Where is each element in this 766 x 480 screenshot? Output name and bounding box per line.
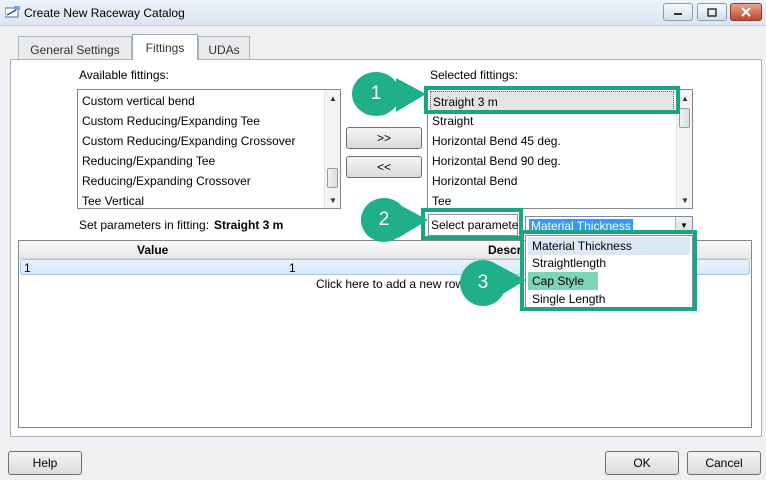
list-item[interactable]: Straight: [432, 111, 473, 131]
app-icon: [5, 6, 20, 18]
close-button[interactable]: [730, 3, 762, 21]
callout-pointer: [396, 78, 426, 112]
set-parameters-label: Set parameters in fitting:: [79, 218, 210, 232]
list-item[interactable]: Custom Reducing/Expanding Crossover: [82, 131, 295, 151]
tab-udas[interactable]: UDAs: [198, 36, 250, 60]
list-item[interactable]: Custom vertical bend: [82, 91, 195, 111]
list-item[interactable]: Horizontal Bend 90 deg.: [432, 151, 561, 171]
list-item[interactable]: Horizontal Bend 45 deg.: [432, 131, 561, 151]
callout-highlight-1: [424, 86, 680, 114]
list-item[interactable]: Tee Vertical: [82, 191, 144, 208]
minimize-icon: [674, 13, 682, 15]
cancel-button[interactable]: Cancel: [687, 451, 761, 475]
table-cell[interactable]: 1: [289, 261, 296, 275]
list-item[interactable]: Reducing/Expanding Crossover: [82, 171, 251, 191]
list-item[interactable]: Custom Reducing/Expanding Tee: [82, 111, 260, 131]
column-header-value[interactable]: Value: [137, 243, 168, 257]
add-fitting-button[interactable]: >>: [346, 127, 422, 149]
tab-label: General Settings: [30, 43, 120, 57]
column-header-description[interactable]: Descr: [488, 243, 521, 257]
tab-label: UDAs: [208, 43, 240, 57]
add-row-link[interactable]: Click here to add a new row: [316, 277, 464, 291]
scroll-thumb[interactable]: [327, 168, 338, 188]
tab-fittings[interactable]: Fittings: [132, 34, 198, 60]
selected-fittings-label: Selected fittings:: [430, 68, 519, 82]
tab-label: Fittings: [145, 41, 185, 55]
callout-highlight-3: [520, 230, 697, 311]
available-fittings-list[interactable]: Custom vertical bend Custom Reducing/Exp…: [77, 89, 341, 209]
ok-button[interactable]: OK: [605, 451, 679, 475]
scroll-down-icon[interactable]: ▼: [325, 192, 340, 208]
list-item[interactable]: Reducing/Expanding Tee: [82, 151, 215, 171]
title-bar: Create New Raceway Catalog: [0, 0, 766, 26]
help-button[interactable]: Help: [8, 451, 82, 475]
scroll-up-icon[interactable]: ▲: [325, 90, 340, 106]
close-icon: [741, 7, 751, 17]
available-fittings-label: Available fittings:: [79, 68, 169, 82]
scroll-thumb[interactable]: [679, 108, 690, 128]
window-title: Create New Raceway Catalog: [24, 6, 185, 20]
available-scrollbar[interactable]: ▲ ▼: [324, 90, 340, 208]
list-item[interactable]: Horizontal Bend: [432, 171, 517, 191]
table-cell[interactable]: 1: [24, 261, 31, 275]
minimize-button[interactable]: [663, 3, 693, 21]
remove-fitting-button[interactable]: <<: [346, 156, 422, 178]
callout-highlight-2: [421, 208, 523, 240]
scroll-down-icon[interactable]: ▼: [677, 192, 692, 208]
current-fitting-name: Straight 3 m: [214, 218, 284, 232]
maximize-button[interactable]: [697, 3, 727, 21]
list-item[interactable]: Tee: [432, 191, 451, 208]
maximize-icon: [707, 7, 717, 17]
tab-general-settings[interactable]: General Settings: [18, 36, 132, 60]
